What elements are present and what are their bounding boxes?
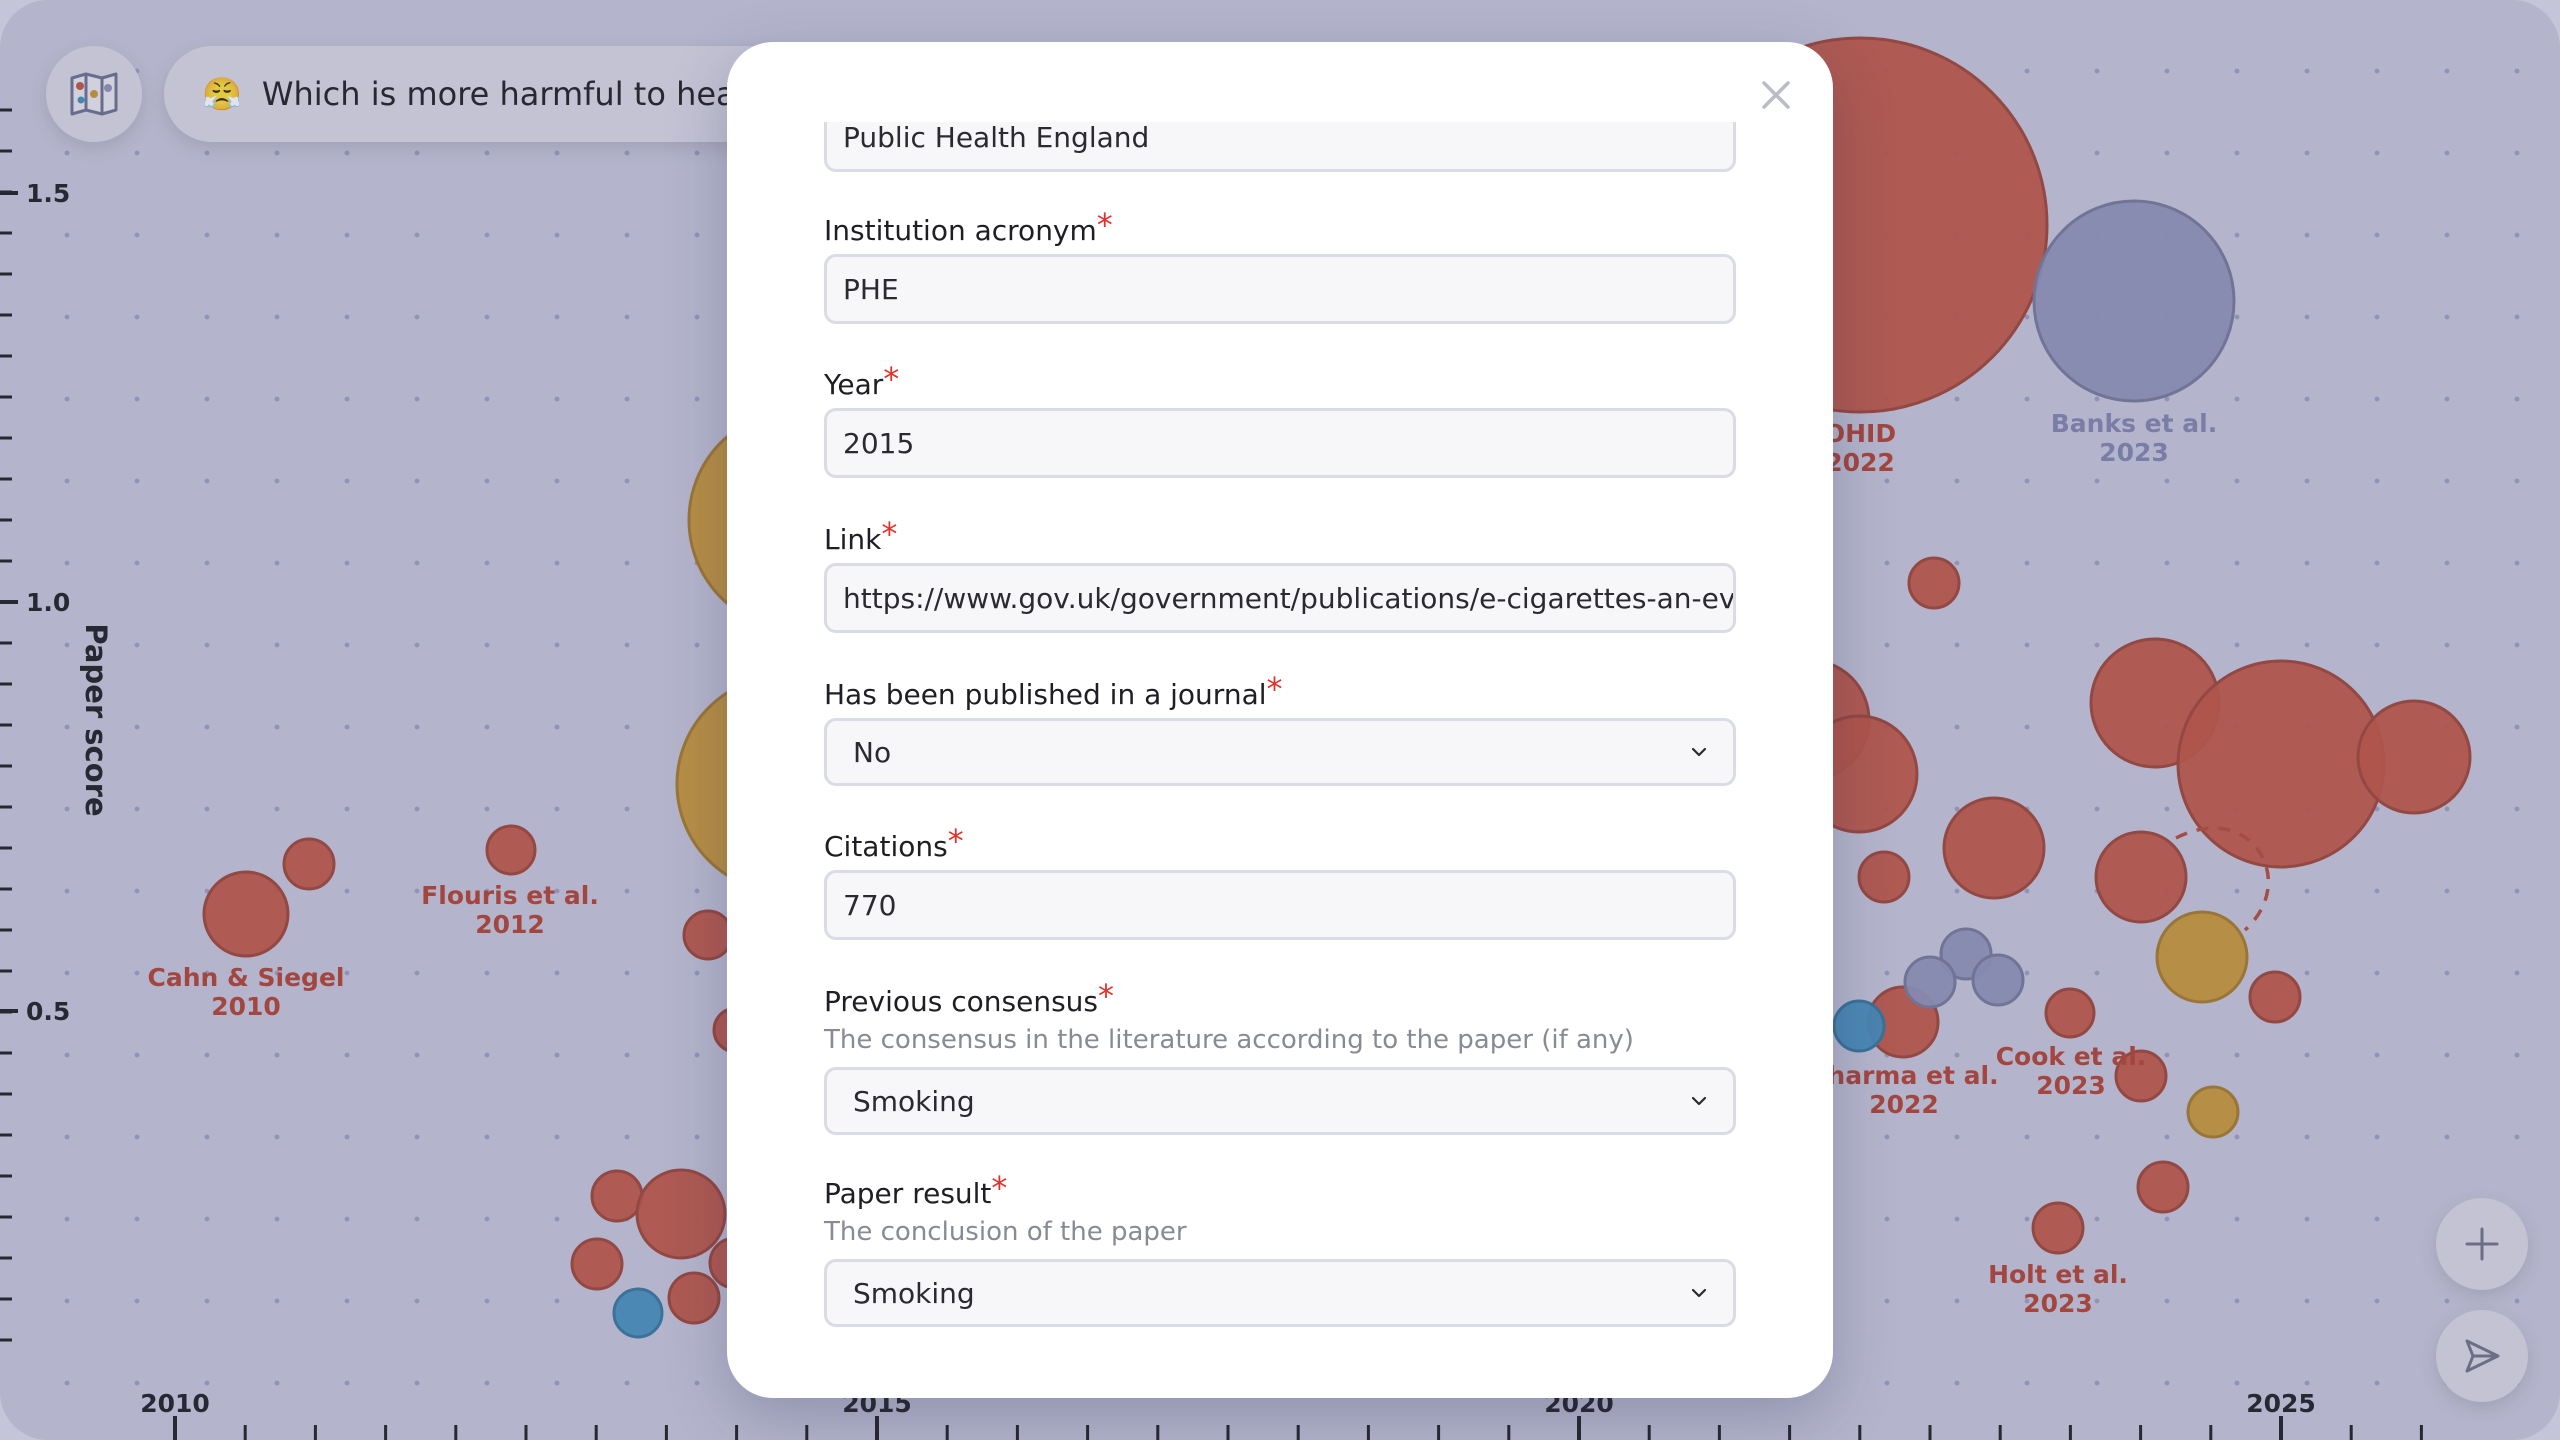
previous-consensus-help: The consensus in the literature accordin…: [824, 1025, 1634, 1055]
published-label: Has been published in a journal*: [824, 670, 1283, 711]
institution-acronym-input[interactable]: PHE: [824, 254, 1736, 324]
previous-consensus-label: Previous consensus*: [824, 977, 1114, 1018]
year-input[interactable]: 2015: [824, 408, 1736, 478]
chevron-down-icon: [1691, 1096, 1707, 1106]
previous-consensus-value: Smoking: [853, 1084, 975, 1118]
chevron-down-icon: [1691, 747, 1707, 757]
link-label: Link*: [824, 515, 898, 556]
link-input[interactable]: https://www.gov.uk/government/publicatio…: [824, 563, 1736, 633]
institution-name-input[interactable]: Public Health England: [824, 122, 1736, 172]
paper-result-label: Paper result*: [824, 1169, 1008, 1210]
paper-result-select[interactable]: Smoking: [824, 1259, 1736, 1327]
institution-name-field: Public Health England: [824, 122, 1736, 172]
previous-consensus-select[interactable]: Smoking: [824, 1067, 1736, 1135]
institution-acronym-label: Institution acronym*: [824, 206, 1113, 247]
institution-acronym-field: Institution acronym* PHE: [824, 206, 1736, 324]
chevron-down-icon: [1691, 1288, 1707, 1298]
citations-label: Citations*: [824, 822, 964, 863]
year-field: Year* 2015: [824, 360, 1736, 478]
close-icon: [1762, 81, 1790, 109]
citations-field: Citations* 770: [824, 822, 1736, 940]
paper-result-help: The conclusion of the paper: [824, 1217, 1187, 1247]
paper-result-value: Smoking: [853, 1276, 975, 1310]
previous-consensus-field: Previous consensus* The consensus in the…: [824, 977, 1736, 1135]
published-select[interactable]: No: [824, 718, 1736, 786]
link-field: Link* https://www.gov.uk/government/publ…: [824, 515, 1736, 633]
paper-result-field: Paper result* The conclusion of the pape…: [824, 1169, 1736, 1327]
modal-form-scroll[interactable]: Public Health England Institution acrony…: [727, 122, 1833, 1344]
close-button[interactable]: [1749, 68, 1803, 122]
citations-input[interactable]: 770: [824, 870, 1736, 940]
year-label: Year*: [824, 360, 900, 401]
published-field: Has been published in a journal* No: [824, 670, 1736, 786]
edit-paper-modal: Public Health England Institution acrony…: [727, 42, 1833, 1398]
published-value: No: [853, 735, 892, 769]
app-canvas: 0.5 1.0 1.5 Paper score 2010 2015 2020 2025 Cahn…: [0, 0, 2560, 1440]
